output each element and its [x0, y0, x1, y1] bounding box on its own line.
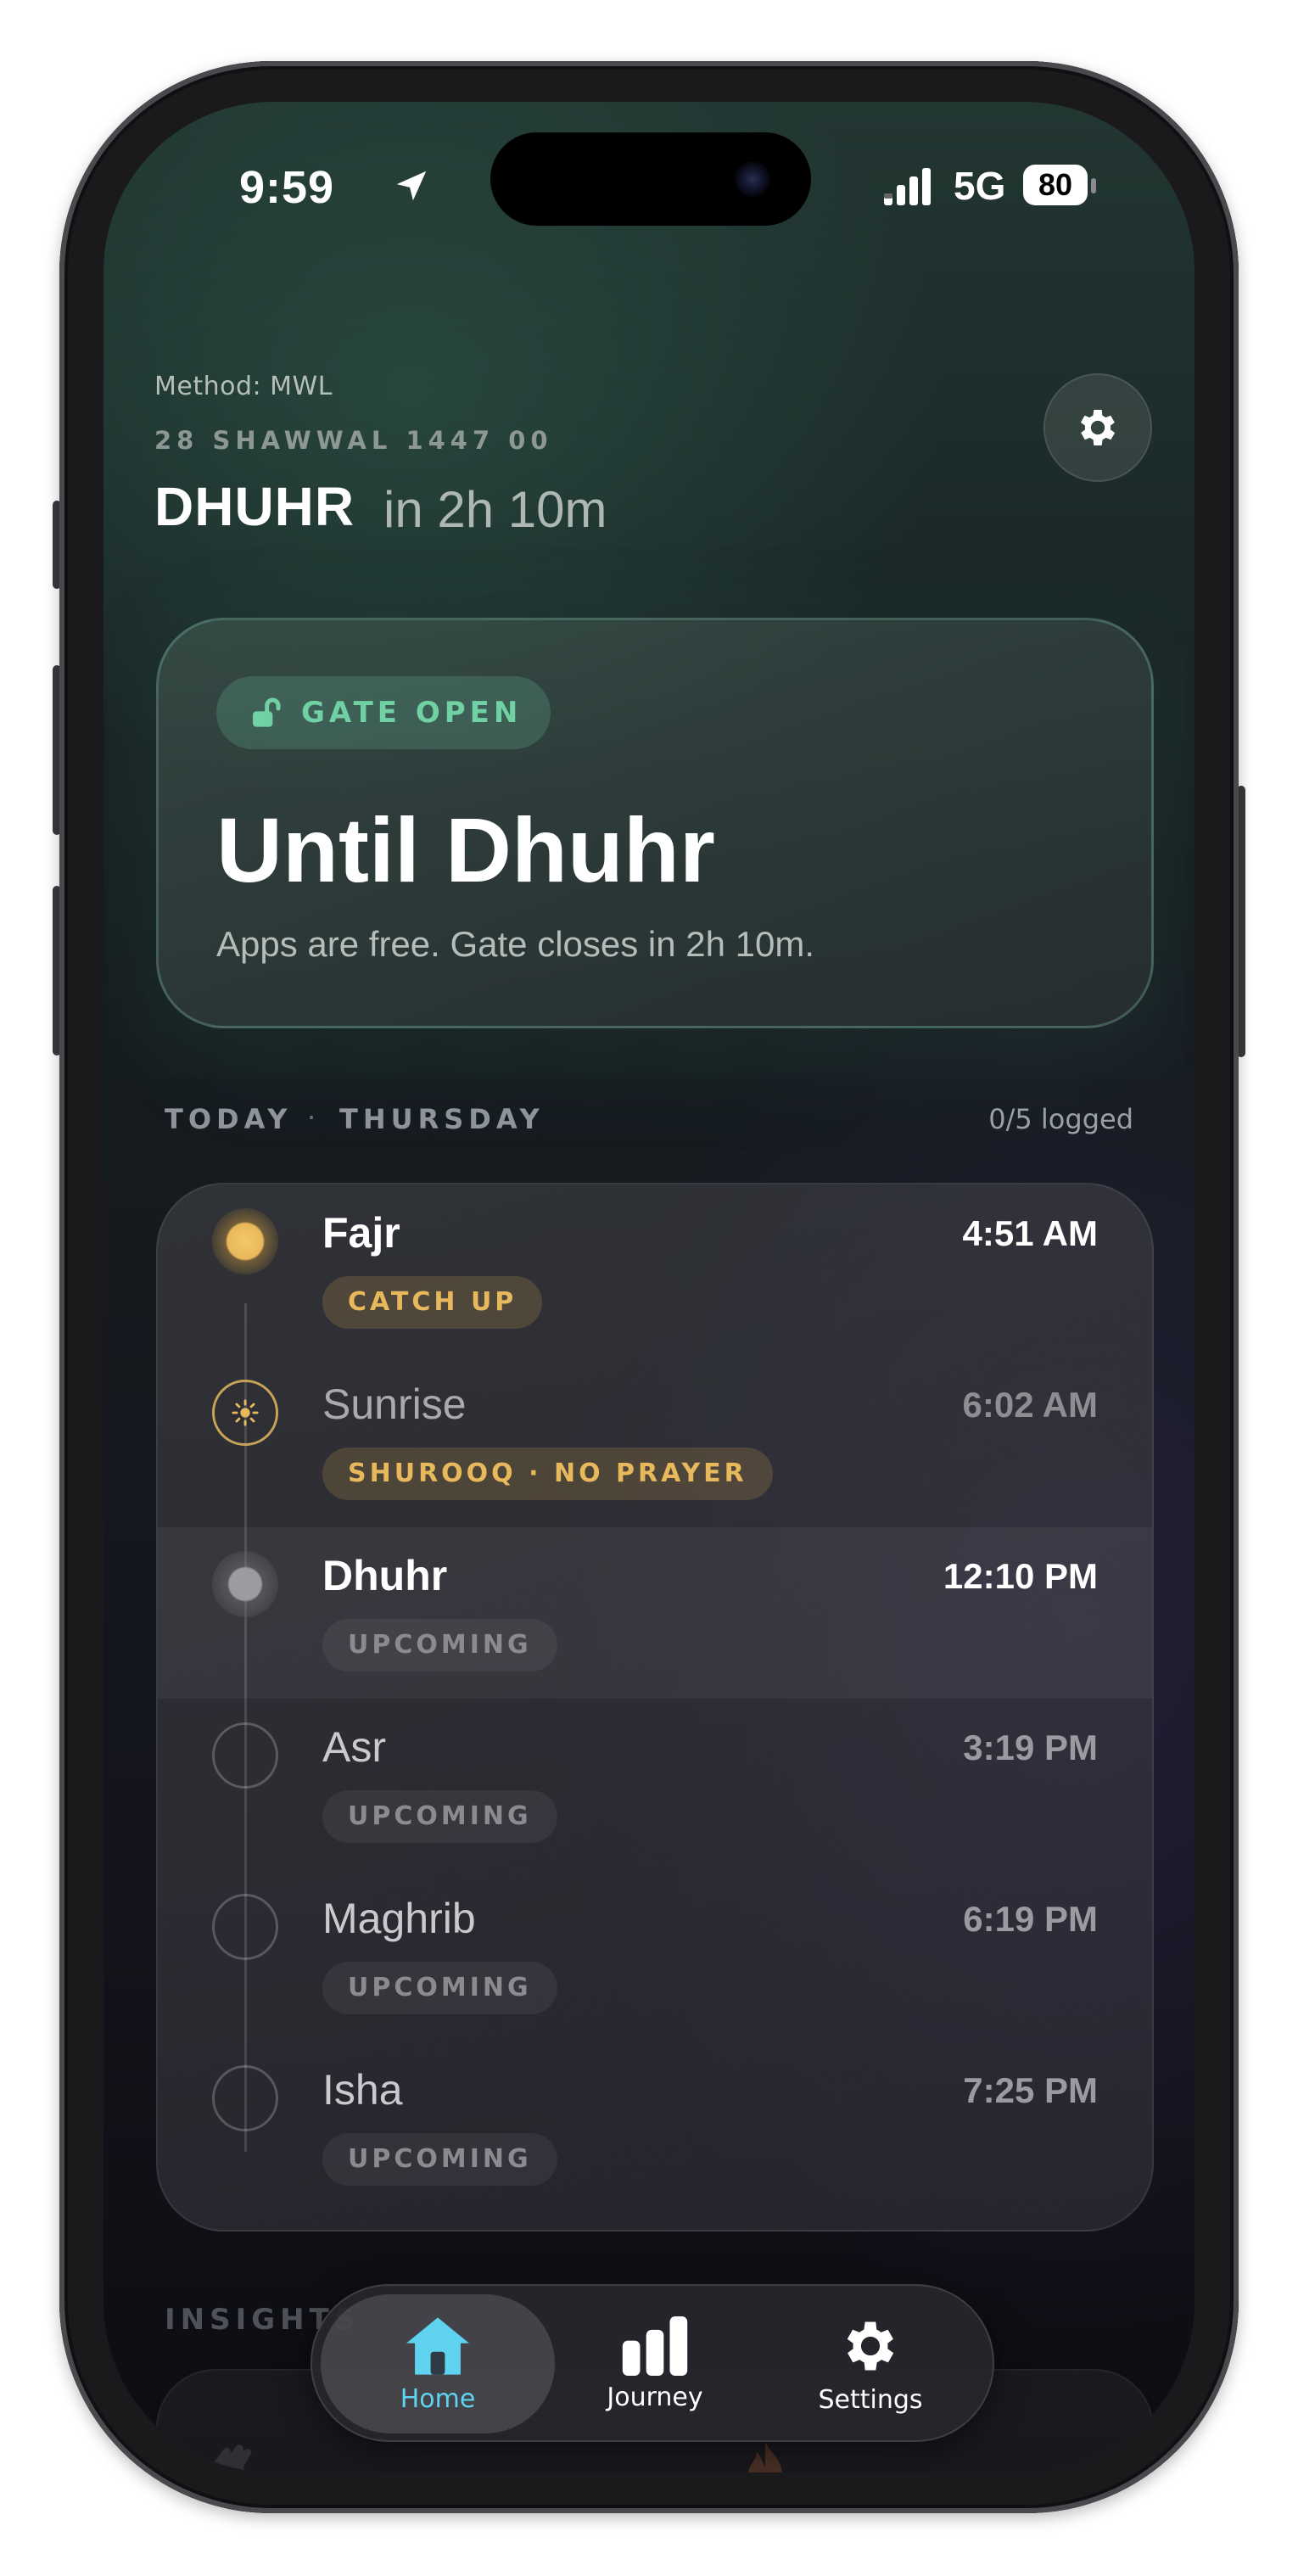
- tab-label: Journey: [607, 2382, 703, 2412]
- calculation-method: Method: MWL: [154, 372, 333, 401]
- prayer-name: Sunrise: [322, 1380, 467, 1428]
- tab-bar: Home Journey Settings: [311, 2284, 994, 2442]
- status-time: 9:59: [239, 162, 335, 213]
- prayer-row-isha[interactable]: Isha 7:25 PM UPCOMING: [158, 2041, 1152, 2213]
- home-icon: [406, 2316, 469, 2375]
- prayer-status-dot: [212, 1208, 278, 1274]
- prayer-time: 6:19 PM: [963, 1899, 1098, 1939]
- prayer-status-dot: [212, 1722, 278, 1789]
- prayer-name: Dhuhr: [322, 1552, 448, 1599]
- upcoming-badge: UPCOMING: [322, 2133, 557, 2186]
- prayer-times-list: Fajr 4:51 AM CATCH UP Sunrise 6:02 AM SH…: [156, 1183, 1154, 2232]
- tab-label: Settings: [818, 2384, 923, 2415]
- cellular-signal-icon: [884, 168, 931, 205]
- network-type: 5G: [954, 164, 1006, 208]
- gate-title: Until Dhuhr: [216, 798, 715, 901]
- hijri-date: 28 SHAWWAL 1447 00: [154, 426, 553, 455]
- prayer-name: Fajr: [322, 1209, 400, 1257]
- battery-icon: 80: [1023, 165, 1088, 205]
- unlock-icon: [253, 697, 281, 727]
- prayer-time: 4:51 AM: [962, 1213, 1099, 1253]
- camera-icon: [735, 161, 770, 197]
- prayer-time: 7:25 PM: [963, 2070, 1098, 2110]
- gate-status-badge: GATE OPEN: [216, 676, 551, 749]
- next-prayer-countdown: in 2h 10m: [383, 481, 607, 538]
- upcoming-badge: UPCOMING: [322, 1962, 557, 2014]
- sun-icon: [232, 1399, 259, 1426]
- bar-chart-icon: [622, 2316, 688, 2376]
- gate-status-card[interactable]: GATE OPEN Until Dhuhr Apps are free. Gat…: [156, 618, 1154, 1028]
- gear-icon: [1080, 410, 1116, 445]
- dynamic-island: [490, 132, 811, 226]
- location-arrow-icon: [396, 171, 427, 201]
- prayer-row-asr[interactable]: Asr 3:19 PM UPCOMING: [158, 1699, 1152, 1870]
- today-label: TODAY: [165, 1103, 293, 1135]
- prayer-time: 3:19 PM: [963, 1728, 1098, 1767]
- logged-count: 0/5 logged: [988, 1103, 1133, 1135]
- prayer-name: Maghrib: [322, 1895, 476, 1942]
- prayer-row-fajr[interactable]: Fajr 4:51 AM CATCH UP: [158, 1184, 1152, 1356]
- tab-label: Home: [400, 2383, 476, 2414]
- gate-status-label: GATE OPEN: [301, 696, 523, 730]
- tab-home[interactable]: Home: [321, 2294, 555, 2433]
- prayer-row-maghrib[interactable]: Maghrib 6:19 PM UPCOMING: [158, 1870, 1152, 2041]
- catch-up-badge[interactable]: CATCH UP: [322, 1276, 543, 1329]
- upcoming-badge: UPCOMING: [322, 1790, 557, 1843]
- settings-button[interactable]: [1043, 373, 1152, 482]
- prayer-row-dhuhr[interactable]: Dhuhr 12:10 PM UPCOMING: [158, 1527, 1152, 1699]
- prayer-status-dot: [212, 1551, 278, 1617]
- gate-subtitle: Apps are free. Gate closes in 2h 10m.: [216, 924, 815, 964]
- prayer-status-dot: [212, 1380, 278, 1446]
- upcoming-badge: UPCOMING: [322, 1619, 557, 1672]
- prayer-row-sunrise: Sunrise 6:02 AM SHUROOQ · NO PRAYER: [158, 1356, 1152, 1527]
- battery-cap: [1091, 178, 1096, 193]
- prayer-status-dot: [212, 1894, 278, 1960]
- today-separator: ·: [307, 1101, 316, 1134]
- app-screen: 9:59 5G 80 Method: MWL 28 SHAWWAL 1447 0…: [104, 102, 1194, 2472]
- prayer-status-dot: [212, 2065, 278, 2131]
- prayer-time: 12:10 PM: [943, 1556, 1098, 1596]
- next-prayer-name: DHUHR: [154, 476, 355, 537]
- tab-settings[interactable]: Settings: [753, 2294, 987, 2433]
- clapping-hands-icon: [210, 2444, 252, 2472]
- gear-icon: [847, 2321, 894, 2370]
- prayer-name: Isha: [322, 2066, 403, 2114]
- tab-journey[interactable]: Journey: [538, 2294, 772, 2433]
- prayer-time: 6:02 AM: [962, 1385, 1099, 1425]
- weekday-label: THURSDAY: [339, 1103, 545, 1135]
- shurooq-badge: SHUROOQ · NO PRAYER: [322, 1448, 773, 1500]
- prayer-name: Asr: [322, 1723, 386, 1771]
